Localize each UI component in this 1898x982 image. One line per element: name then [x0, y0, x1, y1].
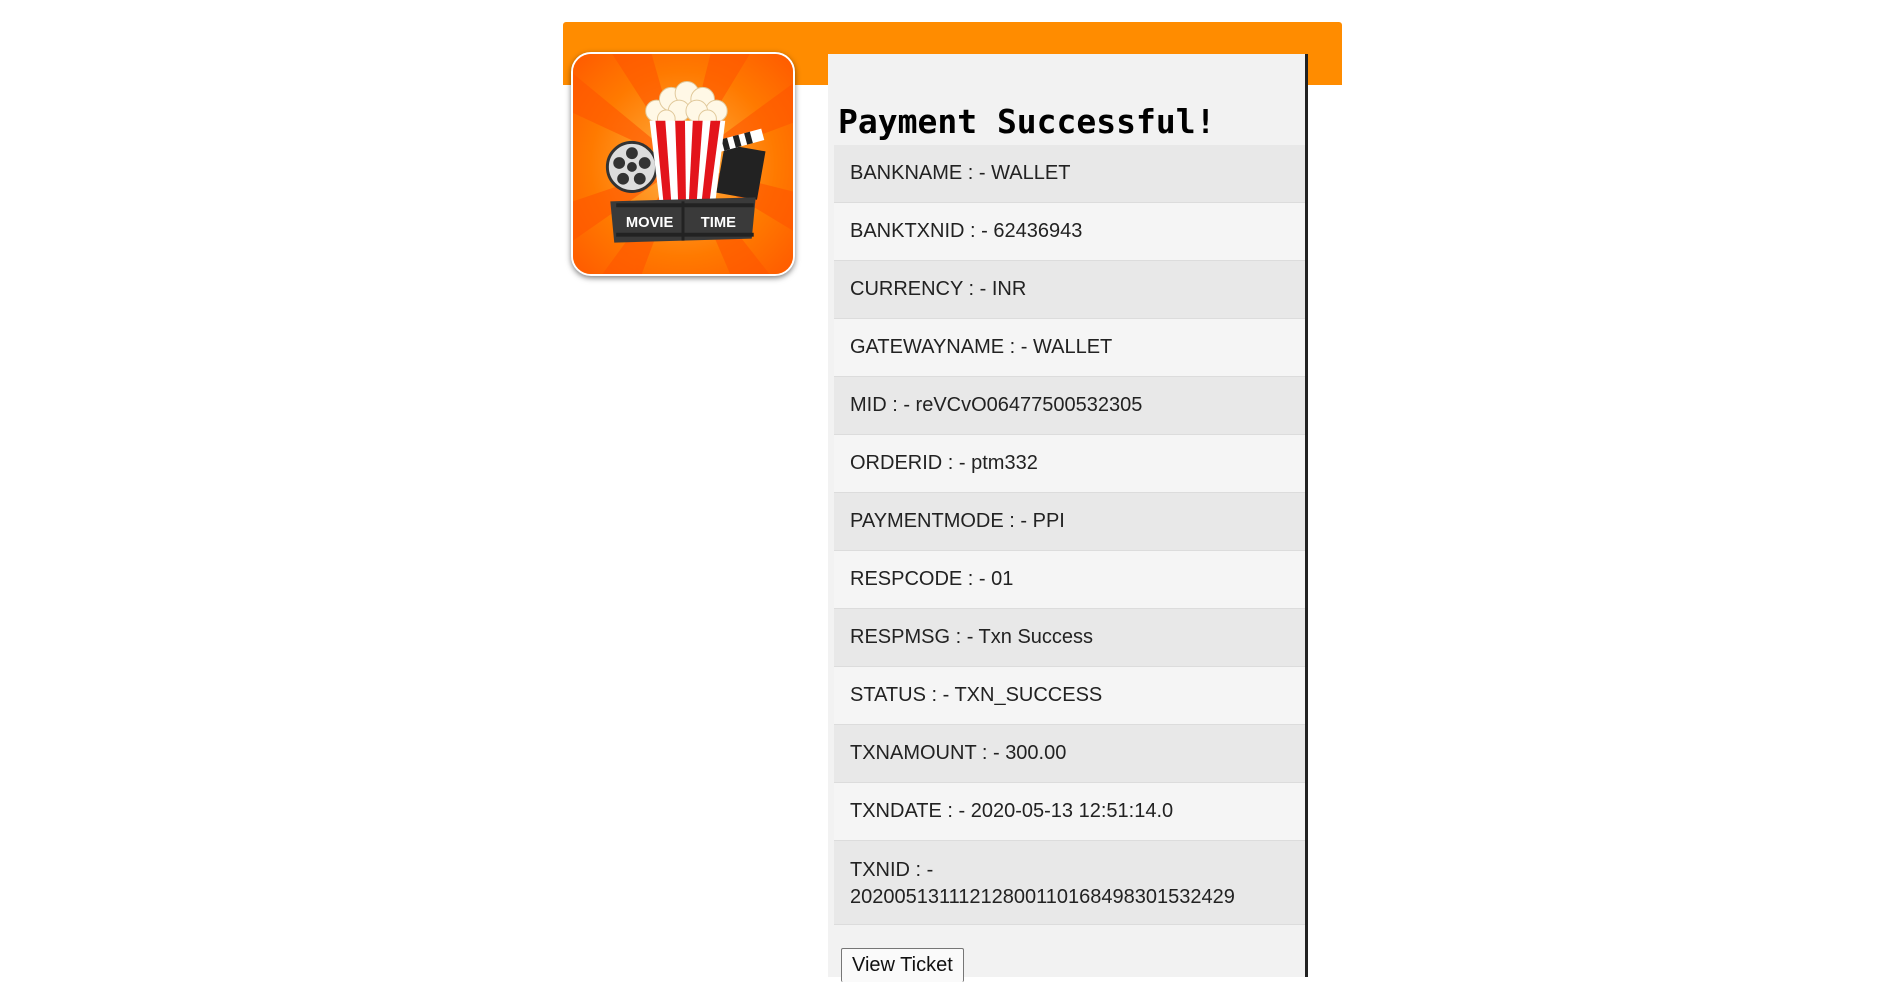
detail-key: RESPCODE : -: [850, 568, 992, 590]
detail-row-currency: CURRENCY : - INR: [834, 261, 1305, 319]
detail-key: BANKTXNID : -: [850, 220, 994, 242]
detail-key: ORDERID : -: [850, 452, 972, 474]
detail-key: RESPMSG : -: [850, 626, 979, 648]
detail-row-banktxnid: BANKTXNID : - 62436943: [834, 203, 1305, 261]
detail-key: MID : -: [850, 394, 916, 416]
detail-key: CURRENCY : -: [850, 278, 992, 300]
detail-value: INR: [991, 278, 1027, 300]
transaction-details-list: BANKNAME : - WALLET BANKTXNID : - 624369…: [834, 145, 1305, 925]
detail-row-mid: MID : - reVCvO06477500532305: [834, 377, 1305, 435]
detail-row-respcode: RESPCODE : - 01: [834, 551, 1305, 609]
detail-value: WALLET: [991, 162, 1071, 184]
svg-text:TIME: TIME: [701, 215, 736, 231]
detail-row-txndate: TXNDATE : - 2020-05-13 12:51:14.0: [834, 783, 1305, 841]
detail-value: PPI: [1032, 510, 1065, 532]
detail-value: Txn Success: [978, 626, 1094, 648]
detail-row-txnid: TXNID : - 2020051311121280011016849830153…: [834, 841, 1305, 925]
page-title: Payment Successful!: [838, 102, 1216, 141]
detail-value: ptm332: [971, 452, 1038, 474]
detail-key: GATEWAYNAME : -: [850, 336, 1033, 358]
detail-row-gatewayname: GATEWAYNAME : - WALLET: [834, 319, 1305, 377]
detail-row-txnamount: TXNAMOUNT : - 300.00: [834, 725, 1305, 783]
detail-row-status: STATUS : - TXN_SUCCESS: [834, 667, 1305, 725]
detail-value: reVCvO06477500532305: [915, 394, 1143, 416]
detail-key: TXNAMOUNT : -: [850, 742, 1006, 764]
movie-time-logo: MOVIE TIME: [571, 52, 795, 276]
payment-result-panel: Payment Successful! BANKNAME : - WALLET …: [828, 54, 1308, 982]
logo-graphic: MOVIE TIME: [573, 54, 793, 274]
detail-value: 62436943: [993, 220, 1083, 242]
film-reel-icon: [605, 140, 658, 193]
movie-time-banner: MOVIE TIME: [610, 197, 756, 243]
detail-value: TXN_SUCCESS: [954, 684, 1103, 706]
detail-row-respmsg: RESPMSG : - Txn Success: [834, 609, 1305, 667]
detail-row-bankname: BANKNAME : - WALLET: [834, 145, 1305, 203]
detail-value: 300.00: [1005, 742, 1067, 764]
detail-key: TXNDATE : -: [850, 800, 971, 822]
detail-row-orderid: ORDERID : - ptm332: [834, 435, 1305, 493]
detail-key: PAYMENTMODE : -: [850, 510, 1033, 532]
detail-key: BANKNAME : -: [850, 162, 992, 184]
detail-value: 20200513111212800110168498301532429: [850, 886, 1235, 908]
clapperboard-icon: [716, 128, 766, 200]
detail-value: WALLET: [1032, 336, 1113, 358]
detail-row-paymentmode: PAYMENTMODE : - PPI: [834, 493, 1305, 551]
detail-key: TXNID : -: [850, 859, 934, 881]
svg-text:MOVIE: MOVIE: [626, 215, 674, 231]
detail-value: 2020-05-13 12:51:14.0: [970, 800, 1174, 822]
detail-key: STATUS : -: [850, 684, 955, 706]
detail-value: 01: [991, 568, 1014, 590]
